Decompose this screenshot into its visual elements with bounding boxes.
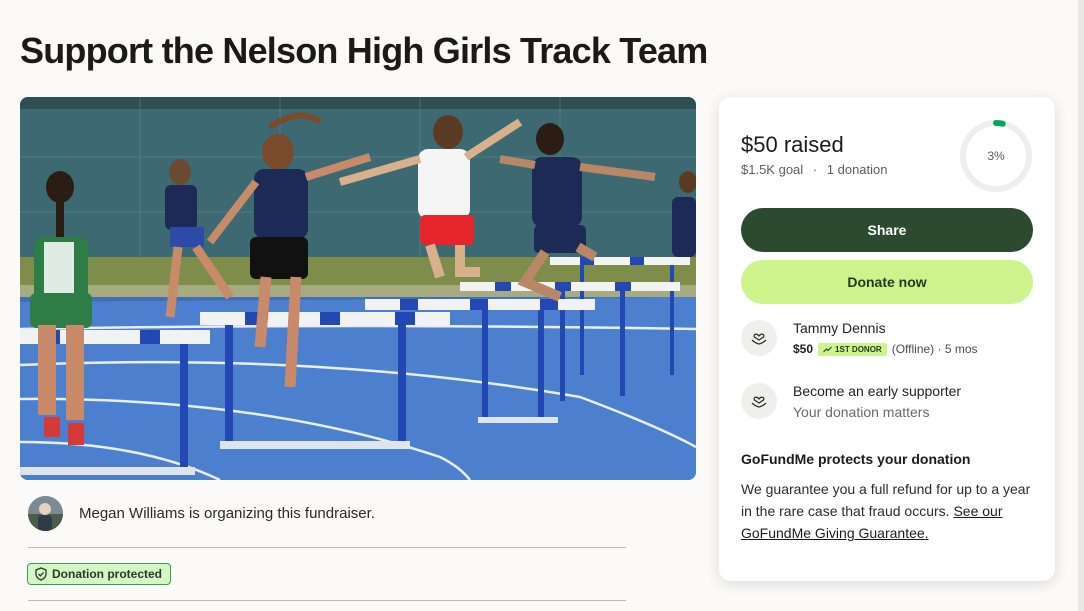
supporter-title: Become an early supporter <box>793 383 962 399</box>
donate-button[interactable]: Donate now <box>741 260 1033 304</box>
donor-item: Tammy Dennis $50 1ST DONOR (Offline) · 5… <box>741 320 978 356</box>
divider <box>28 600 626 601</box>
amount-raised: $50 raised <box>741 132 844 157</box>
protection-title: GoFundMe protects your donation <box>741 451 971 467</box>
donor-meta: $50 1ST DONOR (Offline) · 5 mos <box>793 342 978 356</box>
first-donor-badge: 1ST DONOR <box>818 342 887 356</box>
window-edge <box>1078 0 1084 611</box>
hero-image <box>20 97 696 480</box>
share-button[interactable]: Share <box>741 208 1033 252</box>
badge-label: Donation protected <box>52 567 162 581</box>
divider <box>28 547 626 548</box>
progress-percent: 3% <box>987 149 1005 163</box>
heart-hands-icon <box>741 383 777 419</box>
donor-name: Tammy Dennis <box>793 320 886 336</box>
donation-count: 1 donation <box>826 162 888 177</box>
donation-protected-badge[interactable]: Donation protected <box>27 563 171 585</box>
heart-hands-icon <box>741 320 777 356</box>
shield-check-icon <box>34 567 48 581</box>
goal-separator: · <box>812 162 818 177</box>
organizer-row: Megan Williams is organizing this fundra… <box>28 496 375 531</box>
supporter-subtitle: Your donation matters <box>793 404 930 420</box>
page-title: Support the Nelson High Girls Track Team <box>20 30 708 71</box>
donor-status: (Offline) · 5 mos <box>891 342 978 356</box>
donor-amount: $50 <box>793 342 814 356</box>
avatar[interactable] <box>28 496 63 531</box>
protection-body: We guarantee you a full refund for up to… <box>741 478 1033 544</box>
organizer-text: Megan Williams is organizing this fundra… <box>79 505 375 522</box>
trend-icon <box>823 346 832 353</box>
early-supporter-item: Become an early supporter Your donation … <box>741 383 961 420</box>
donation-card: $50 raised $1.5K goal · 1 donation 3% Sh… <box>719 97 1055 581</box>
goal-summary: $1.5K goal · 1 donation <box>741 162 888 177</box>
goal-amount: $1.5K goal <box>741 162 804 177</box>
